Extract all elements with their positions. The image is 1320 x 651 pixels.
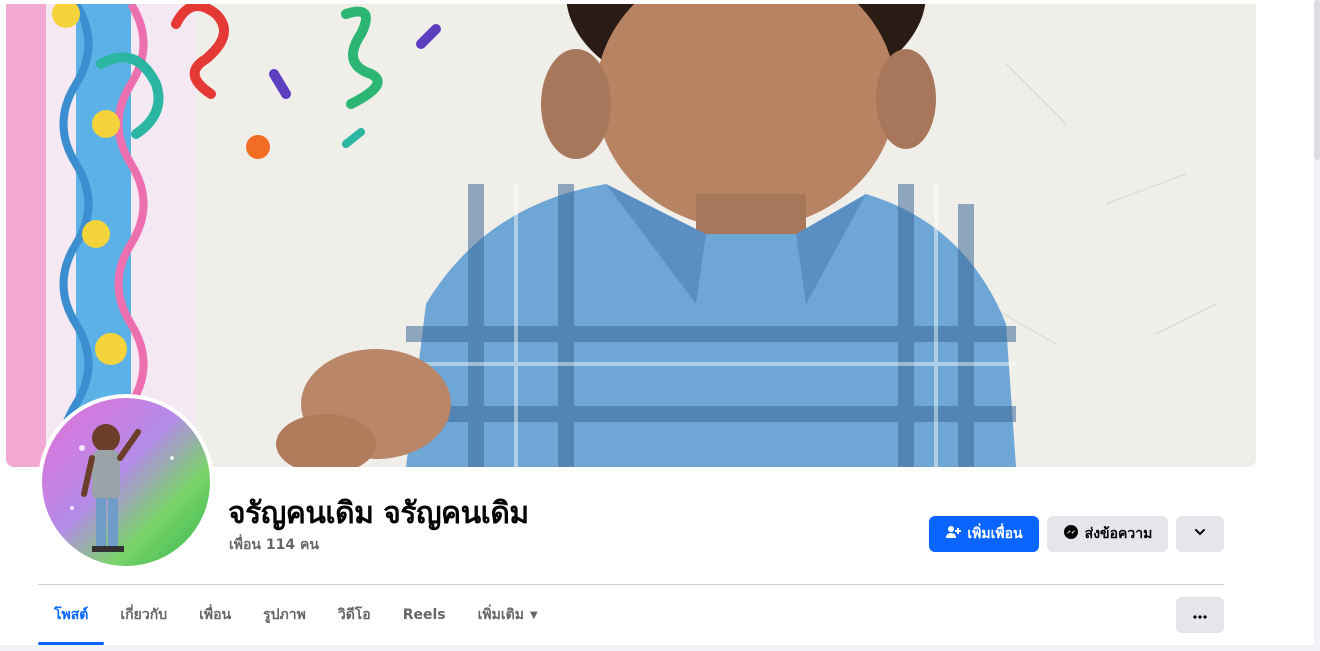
- message-button[interactable]: ส่งข้อความ: [1047, 516, 1168, 552]
- profile-name: จรัญคนเดิม จรัญคนเดิม: [228, 496, 529, 531]
- tab-friends[interactable]: เพื่อน: [183, 590, 247, 640]
- chevron-down-icon: [1194, 526, 1206, 542]
- tab-more[interactable]: เพิ่มเติม ▼: [462, 590, 554, 640]
- header-divider: [38, 584, 1224, 585]
- ellipsis-icon: [1193, 606, 1207, 624]
- cover-photo[interactable]: [6, 4, 1256, 467]
- tab-menu-button[interactable]: [1176, 597, 1224, 633]
- friend-count[interactable]: เพื่อน 114 คน: [229, 534, 319, 556]
- person-plus-icon: [945, 524, 962, 544]
- more-actions-button[interactable]: [1176, 516, 1224, 552]
- tab-about[interactable]: เกี่ยวกับ: [104, 590, 183, 640]
- caret-down-icon: ▼: [529, 609, 538, 621]
- content-background: [0, 645, 1314, 651]
- tab-posts[interactable]: โพสต์: [38, 590, 105, 645]
- avatar-image: [42, 398, 210, 566]
- cover-area: [0, 0, 1320, 470]
- messenger-icon: [1063, 524, 1079, 544]
- add-friend-label: เพิ่มเพื่อน: [967, 526, 1023, 542]
- scrollbar-thumb[interactable]: [1314, 0, 1320, 160]
- tab-reels[interactable]: Reels: [387, 590, 462, 640]
- profile-tabs: โพสต์ เกี่ยวกับ เพื่อน รูปภาพ วิดีโอ Ree…: [38, 590, 554, 645]
- tab-photos[interactable]: รูปภาพ: [247, 590, 322, 640]
- add-friend-button[interactable]: เพิ่มเพื่อน: [929, 516, 1039, 552]
- tab-videos[interactable]: วิดีโอ: [322, 590, 387, 640]
- scrollbar[interactable]: [1314, 0, 1320, 651]
- message-label: ส่งข้อความ: [1084, 526, 1153, 542]
- profile-avatar[interactable]: [38, 394, 214, 570]
